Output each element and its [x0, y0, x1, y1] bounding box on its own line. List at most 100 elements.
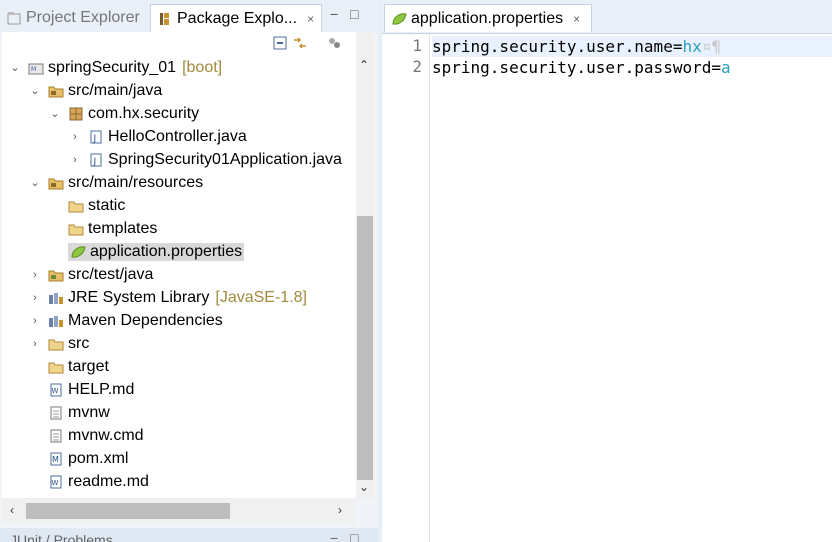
tree-item-application-class[interactable]: › J SpringSecurity01Application.java — [68, 148, 342, 171]
property-key: spring.security.user.name= — [432, 37, 683, 56]
scroll-left-icon[interactable]: ‹ — [10, 503, 14, 517]
boot-decoration: [boot] — [182, 58, 223, 76]
tree-item-jre[interactable]: › JRE System Library [JavaSE-1.8] — [28, 286, 307, 309]
property-value: hx — [682, 37, 702, 56]
tree-item-mvnw-cmd[interactable]: mvnw.cmd — [28, 424, 144, 447]
tree-item-src-test-java[interactable]: › src/test/java — [28, 263, 153, 286]
focus-icon[interactable] — [326, 36, 342, 52]
property-key: spring.security.user.password= — [432, 58, 721, 77]
spring-leaf-icon — [70, 244, 86, 260]
source-folder-icon — [48, 175, 64, 191]
java-file-icon: J — [88, 129, 104, 145]
whitespace-marker: ¤¶ — [701, 37, 721, 56]
folder-icon — [48, 336, 64, 352]
tree-item-label: mvnw.cmd — [68, 426, 144, 444]
tree-item-hello-controller[interactable]: › J HelloController.java — [68, 125, 247, 148]
svg-text:W: W — [52, 387, 59, 395]
line-number: 1 — [412, 36, 422, 55]
chevron-right-icon[interactable]: › — [28, 315, 42, 327]
tree-item-package[interactable]: ⌄ com.hx.security — [48, 102, 199, 125]
tree-item-help-md[interactable]: W HELP.md — [28, 378, 134, 401]
spring-leaf-icon — [391, 11, 407, 27]
tab-package-explorer[interactable]: Package Explo... × — [150, 4, 322, 32]
bottom-view-tab-strip[interactable]: JUnit / Problems − □ — [0, 528, 378, 542]
chevron-down-icon[interactable]: ⌄ — [48, 107, 62, 120]
horizontal-scrollbar[interactable]: ‹ › — [2, 498, 356, 524]
chevron-down-icon[interactable]: ⌄ — [28, 176, 42, 189]
scroll-down-icon[interactable]: ⌄ — [359, 480, 369, 494]
tree-item-label: com.hx.security — [88, 104, 200, 122]
chevron-down-icon[interactable]: ⌄ — [8, 61, 22, 74]
close-icon[interactable]: × — [573, 12, 580, 26]
text-file-icon — [48, 428, 64, 444]
tree-item-label: src — [68, 334, 90, 352]
chevron-right-icon[interactable]: › — [28, 269, 42, 281]
tree-item-readme-md[interactable]: W readme.md — [28, 470, 149, 493]
chevron-right-icon[interactable]: › — [28, 292, 42, 304]
chevron-right-icon[interactable]: › — [68, 154, 82, 166]
chevron-down-icon[interactable]: ⌄ — [28, 84, 42, 97]
svg-text:M: M — [52, 455, 59, 464]
scroll-thumb[interactable] — [357, 216, 373, 480]
markdown-file-icon: W — [48, 382, 64, 398]
tree-item-label: src/main/resources — [68, 173, 204, 191]
svg-text:J: J — [93, 157, 97, 167]
tree-item-mvnw[interactable]: mvnw — [28, 401, 110, 424]
code-editor[interactable]: 1 2 spring.security.user.name=hx¤¶ sprin… — [382, 34, 832, 542]
editor-tab-bar: application.properties × — [382, 0, 832, 34]
package-explorer-icon — [157, 11, 173, 27]
svg-text:J: J — [93, 134, 97, 144]
tree-item-label: application.properties — [90, 242, 243, 260]
tree-item-label: static — [88, 196, 126, 214]
tree-item-src-main-java[interactable]: ⌄ src/main/java — [28, 79, 162, 102]
tree-item-label: JRE System Library — [68, 288, 210, 306]
tree-item-label: src/test/java — [68, 265, 154, 283]
tree-item-label: Maven Dependencies — [68, 311, 223, 329]
svg-text:M: M — [31, 66, 36, 73]
tree-item-target[interactable]: target — [28, 355, 109, 378]
package-explorer-panel: Project Explorer Package Explo... × − □ … — [0, 0, 378, 542]
code-line[interactable]: spring.security.user.password=a — [432, 57, 731, 78]
close-icon[interactable]: × — [307, 12, 314, 26]
minimize-icon[interactable]: − — [330, 6, 338, 22]
bottom-tab-label[interactable]: JUnit / Problems — [10, 532, 113, 542]
library-icon — [48, 313, 64, 329]
tree-item-label: templates — [88, 219, 158, 237]
tab-package-explorer-label: Package Explo... — [177, 9, 298, 27]
project-explorer-icon — [6, 10, 22, 26]
scroll-thumb[interactable] — [26, 503, 230, 519]
tree-item-application-properties[interactable]: application.properties — [48, 240, 245, 263]
tree-item-src[interactable]: › src — [28, 332, 89, 355]
chevron-right-icon[interactable]: › — [68, 131, 82, 143]
chevron-right-icon[interactable]: › — [28, 338, 42, 350]
selected-item[interactable]: application.properties — [68, 242, 245, 261]
property-value: a — [720, 58, 731, 77]
minimize-icon[interactable]: − — [330, 530, 338, 542]
maven-pom-icon: M — [48, 451, 64, 467]
maximize-icon[interactable]: □ — [350, 530, 358, 542]
code-line[interactable]: spring.security.user.name=hx¤¶ — [432, 36, 832, 57]
tab-application-properties[interactable]: application.properties × — [384, 4, 592, 32]
tree-item-pom-xml[interactable]: M pom.xml — [28, 447, 128, 470]
tree-item-src-main-resources[interactable]: ⌄ src/main/resources — [28, 171, 203, 194]
tree-item-templates[interactable]: templates — [48, 217, 157, 240]
link-with-editor-icon[interactable] — [292, 36, 308, 52]
tab-project-explorer[interactable]: Project Explorer — [0, 4, 148, 32]
line-number-gutter: 1 2 — [382, 34, 430, 542]
scroll-up-icon[interactable]: ⌃ — [359, 58, 369, 72]
collapse-all-icon[interactable] — [272, 36, 288, 52]
tree-item-project-label: springSecurity_01 — [48, 58, 177, 76]
line-number: 2 — [412, 57, 422, 76]
left-tab-bar: Project Explorer Package Explo... × − □ — [0, 0, 378, 34]
project-tree: ⋮ ⌄ M springSecurity_01 [boot] ⌄ src/mai… — [2, 32, 356, 498]
tree-item-static[interactable]: static — [48, 194, 125, 217]
source-folder-icon — [48, 267, 64, 283]
maximize-icon[interactable]: □ — [350, 6, 358, 22]
tree-item-label: src/main/java — [68, 81, 163, 99]
editor-panel: application.properties × 1 2 spring.secu… — [382, 0, 832, 542]
tree-item-maven-dependencies[interactable]: › Maven Dependencies — [28, 309, 223, 332]
tree-item-project[interactable]: ⌄ M springSecurity_01 [boot] — [8, 56, 222, 79]
jre-version-decoration: [JavaSE-1.8] — [215, 288, 307, 306]
scroll-right-icon[interactable]: › — [338, 503, 342, 517]
vertical-scrollbar[interactable]: ⌃ ⌄ — [356, 32, 374, 498]
